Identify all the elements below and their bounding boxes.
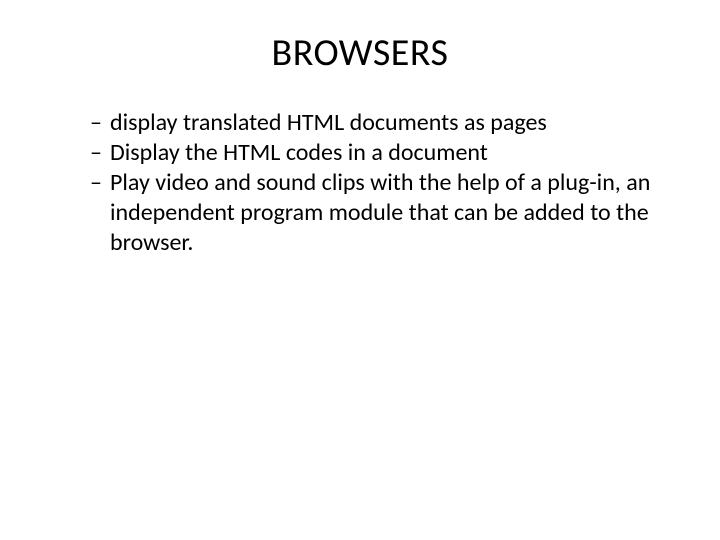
list-item: display translated HTML documents as pag… [90,108,660,138]
bullet-list: display translated HTML documents as pag… [60,108,660,258]
list-item: Play video and sound clips with the help… [90,168,660,258]
list-item: Display the HTML codes in a document [90,138,660,168]
slide: BROWSERS display translated HTML documen… [0,0,720,540]
slide-title: BROWSERS [60,30,660,76]
